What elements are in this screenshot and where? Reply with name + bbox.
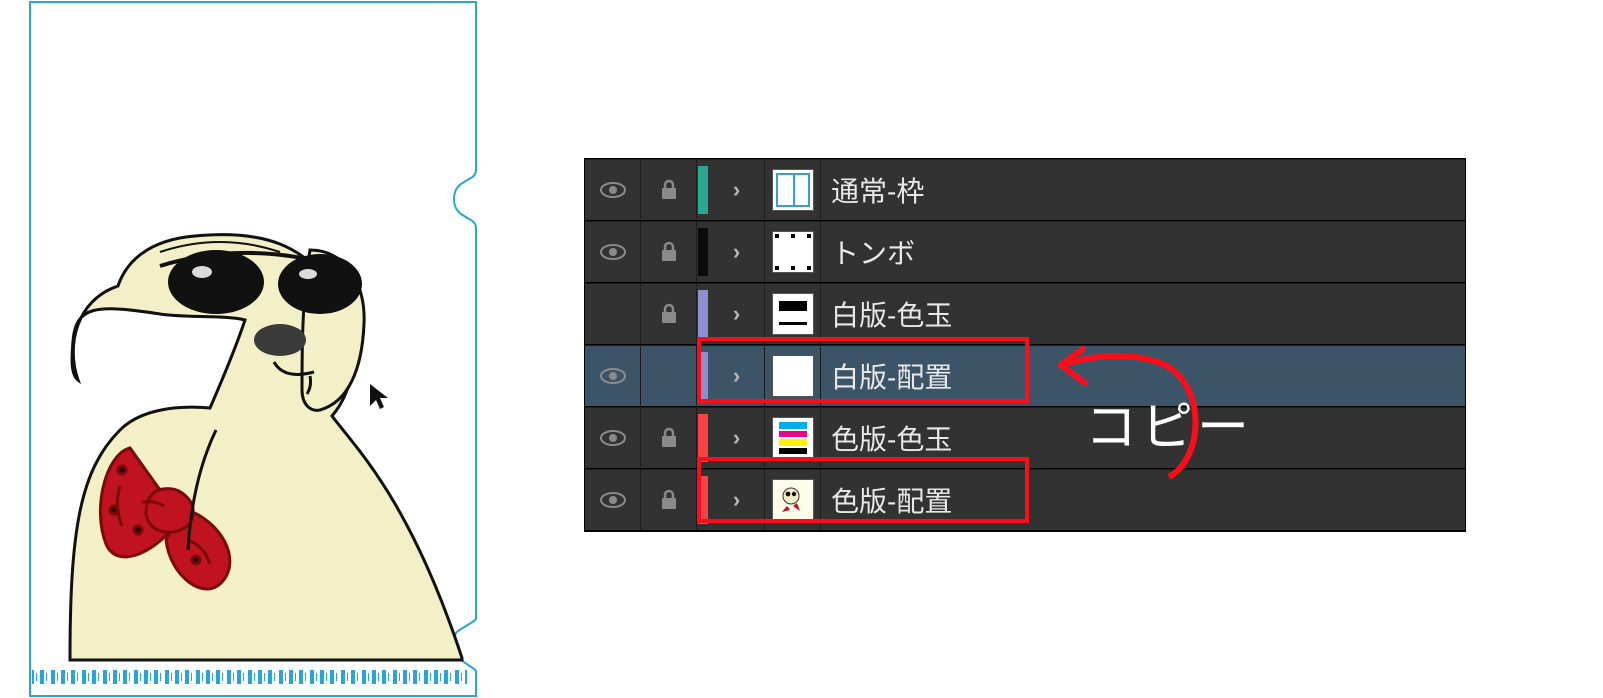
layers-panel[interactable]: ›通常-枠›トンボ›白版-色玉›白版-配置›色版-色玉›色版-配置 コピー [584,158,1466,532]
lock-toggle[interactable] [641,222,697,282]
eye-icon [600,429,626,447]
layer-row-4[interactable]: › 色版-色玉 [585,407,1465,469]
layer-thumbnail [765,470,821,530]
visibility-toggle[interactable] [585,470,641,530]
layer-row-3[interactable]: › 白版-配置 [585,345,1465,407]
layer-name: 色版-色玉 [821,408,1465,468]
ruler-strip [32,670,467,684]
dog-illustration [10,0,482,698]
layer-color-strip [697,222,709,282]
layer-color-strip [697,284,709,344]
eye-icon [600,181,626,199]
chevron-right-icon: › [733,239,740,265]
layer-row-2[interactable]: › 白版-色玉 [585,283,1465,345]
lock-toggle[interactable] [641,160,697,220]
layer-name: 色版-配置 [821,470,1465,530]
lock-toggle[interactable] [641,284,697,344]
eye-icon [600,491,626,509]
chevron-right-icon: › [733,301,740,327]
lock-toggle[interactable] [641,346,697,406]
cursor-icon [368,382,390,410]
eye-icon [600,367,626,385]
layer-name: 白版-配置 [821,346,1465,406]
expand-toggle[interactable]: › [709,160,765,220]
lock-icon [659,427,679,449]
expand-toggle[interactable]: › [709,408,765,468]
visibility-toggle[interactable] [585,346,641,406]
eye-icon [600,243,626,261]
lock-icon [659,179,679,201]
layer-color-strip [697,470,709,530]
chevron-right-icon: › [733,425,740,451]
layer-row-5[interactable]: › 色版-配置 [585,469,1465,531]
layer-color-strip [697,408,709,468]
layer-row-0[interactable]: › 通常-枠 [585,159,1465,221]
layer-thumbnail [765,160,821,220]
layer-row-1[interactable]: › トンボ [585,221,1465,283]
layer-thumbnail [765,284,821,344]
visibility-toggle[interactable] [585,284,641,344]
layer-name: 通常-枠 [821,160,1465,220]
layer-name: 白版-色玉 [821,284,1465,344]
lock-toggle[interactable] [641,408,697,468]
expand-toggle[interactable]: › [709,222,765,282]
layer-name: トンボ [821,222,1465,282]
layer-thumbnail [765,346,821,406]
chevron-right-icon: › [733,363,740,389]
lock-icon [659,241,679,263]
chevron-right-icon: › [733,487,740,513]
lock-icon [659,489,679,511]
layer-color-strip [697,346,709,406]
layer-thumbnail [765,222,821,282]
visibility-toggle[interactable] [585,222,641,282]
expand-toggle[interactable]: › [709,470,765,530]
artwork-preview [10,0,482,698]
layer-thumbnail [765,408,821,468]
visibility-toggle[interactable] [585,408,641,468]
lock-icon [659,303,679,325]
expand-toggle[interactable]: › [709,346,765,406]
visibility-toggle[interactable] [585,160,641,220]
layer-color-strip [697,160,709,220]
expand-toggle[interactable]: › [709,284,765,344]
lock-toggle[interactable] [641,470,697,530]
chevron-right-icon: › [733,177,740,203]
